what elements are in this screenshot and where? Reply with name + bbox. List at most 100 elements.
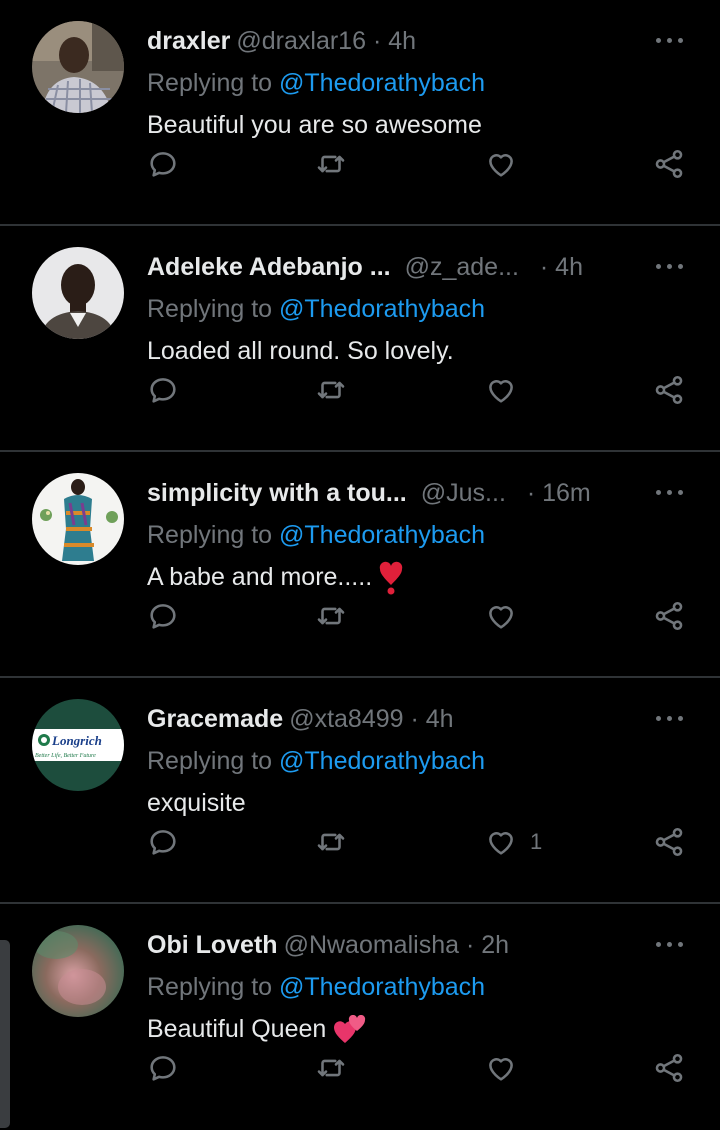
- tweet-text: Beautiful you are so awesome: [147, 111, 482, 139]
- like-button[interactable]: 1: [484, 822, 542, 862]
- replying-to: Replying to @Thedorathybach: [147, 66, 485, 100]
- more-icon[interactable]: [656, 932, 684, 956]
- retweet-button[interactable]: [314, 370, 348, 410]
- display-name[interactable]: Obi Loveth: [147, 931, 278, 959]
- replying-to: Replying to @Thedorathybach: [147, 970, 485, 1004]
- avatar-image: [32, 473, 124, 565]
- replying-to: Replying to @Thedorathybach: [147, 518, 485, 552]
- mention-link[interactable]: @Thedorathybach: [279, 295, 485, 323]
- scrollbar-thumb[interactable]: [0, 940, 10, 1128]
- replying-to: Replying to @Thedorathybach: [147, 292, 485, 326]
- tweet-header: Gracemade @xta8499 · 4h: [147, 702, 627, 736]
- share-button[interactable]: [652, 370, 686, 410]
- avatar-image: [32, 925, 124, 1017]
- reply-button[interactable]: [146, 370, 180, 410]
- share-button[interactable]: [652, 596, 686, 636]
- like-button[interactable]: [484, 370, 530, 410]
- reply-button[interactable]: [146, 144, 180, 184]
- display-name[interactable]: Gracemade: [147, 705, 283, 733]
- tweet[interactable]: Adeleke Adebanjo ... @z_ade... · 4h Reply…: [0, 226, 720, 452]
- avatar[interactable]: [32, 473, 124, 565]
- tweet-content: Beautiful Queen: [147, 1012, 367, 1046]
- action-bar: [0, 1048, 720, 1088]
- more-icon[interactable]: [656, 28, 684, 52]
- avatar-image: [32, 21, 124, 113]
- timestamp[interactable]: · 16m: [527, 479, 591, 507]
- share-button[interactable]: [652, 822, 686, 862]
- display-name[interactable]: simplicity with a tou...: [147, 479, 407, 507]
- timestamp[interactable]: · 4h: [373, 27, 416, 55]
- retweet-icon: [317, 381, 345, 399]
- reply-feed: draxler @draxlar16 · 4h Replying to @Thed…: [0, 0, 720, 1130]
- reply-icon: [150, 830, 176, 855]
- tweet[interactable]: draxler @draxlar16 · 4h Replying to @Thed…: [0, 0, 720, 226]
- share-icon: [655, 601, 683, 631]
- timestamp[interactable]: · 4h: [540, 253, 583, 281]
- more-icon[interactable]: [656, 480, 684, 504]
- like-icon: [489, 832, 513, 855]
- retweet-button[interactable]: [314, 822, 348, 862]
- retweet-icon: [317, 155, 345, 173]
- share-icon: [655, 1053, 683, 1083]
- tweet-text: A babe and more.....: [147, 563, 373, 591]
- like-icon: [489, 380, 513, 403]
- retweet-button[interactable]: [314, 1048, 348, 1088]
- tweet-content: A babe and more.....: [147, 560, 403, 595]
- mention-link[interactable]: @Thedorathybach: [279, 69, 485, 97]
- retweet-button[interactable]: [314, 144, 348, 184]
- replying-to-label: Replying to: [147, 973, 273, 1001]
- timestamp[interactable]: · 2h: [466, 931, 509, 959]
- share-button[interactable]: [652, 1048, 686, 1088]
- tweet[interactable]: Longrich Better Life, Better Future Grac…: [0, 678, 720, 904]
- tweet-header: Adeleke Adebanjo ... @z_ade... · 4h: [147, 250, 627, 284]
- heart-exclamation-emoji: [379, 562, 403, 595]
- like-button[interactable]: [484, 1048, 530, 1088]
- user-handle[interactable]: @Nwaomalisha: [284, 931, 459, 959]
- replying-to-label: Replying to: [147, 295, 273, 323]
- share-button[interactable]: [652, 144, 686, 184]
- retweet-button[interactable]: [314, 596, 348, 636]
- action-bar: 1: [0, 822, 720, 862]
- like-count: 1: [530, 829, 543, 854]
- action-bar: [0, 596, 720, 636]
- retweet-icon: [317, 1059, 345, 1077]
- share-icon: [655, 827, 683, 857]
- avatar-image: [32, 247, 124, 339]
- two-hearts-emoji: [334, 1015, 366, 1044]
- tweet-text: Beautiful Queen: [147, 1015, 327, 1043]
- like-button[interactable]: [484, 596, 530, 636]
- reply-button[interactable]: [146, 1048, 180, 1088]
- tweet-header: simplicity with a tou... @Jus... · 16m: [147, 476, 627, 510]
- avatar-brand-text: Longrich: [51, 733, 102, 748]
- reply-button[interactable]: [146, 596, 180, 636]
- tweet-header: draxler @draxlar16 · 4h: [147, 24, 627, 58]
- replying-to-label: Replying to: [147, 747, 273, 775]
- mention-link[interactable]: @Thedorathybach: [279, 973, 485, 1001]
- timestamp[interactable]: · 4h: [411, 705, 454, 733]
- user-handle[interactable]: @draxlar16: [236, 27, 366, 55]
- display-name[interactable]: Adeleke Adebanjo ...: [147, 253, 391, 281]
- reply-icon: [150, 152, 176, 177]
- user-handle[interactable]: @Jus...: [421, 479, 506, 507]
- avatar[interactable]: Longrich Better Life, Better Future: [32, 699, 124, 791]
- share-icon: [655, 149, 683, 179]
- retweet-icon: [317, 833, 345, 851]
- user-handle[interactable]: @z_ade...: [405, 253, 519, 281]
- replying-to-label: Replying to: [147, 69, 273, 97]
- display-name[interactable]: draxler: [147, 27, 230, 55]
- like-button[interactable]: [484, 144, 530, 184]
- avatar[interactable]: [32, 925, 124, 1017]
- mention-link[interactable]: @Thedorathybach: [279, 747, 485, 775]
- user-handle[interactable]: @xta8499: [289, 705, 403, 733]
- avatar[interactable]: [32, 21, 124, 113]
- tweet[interactable]: simplicity with a tou... @Jus... · 16m Re…: [0, 452, 720, 678]
- avatar[interactable]: [32, 247, 124, 339]
- mention-link[interactable]: @Thedorathybach: [279, 521, 485, 549]
- reply-icon: [150, 1056, 176, 1081]
- action-bar: [0, 144, 720, 184]
- more-icon[interactable]: [656, 254, 684, 278]
- more-icon[interactable]: [656, 706, 684, 730]
- tweet[interactable]: Obi Loveth @Nwaomalisha · 2h Replying to …: [0, 904, 720, 1130]
- share-icon: [655, 375, 683, 405]
- reply-button[interactable]: [146, 822, 180, 862]
